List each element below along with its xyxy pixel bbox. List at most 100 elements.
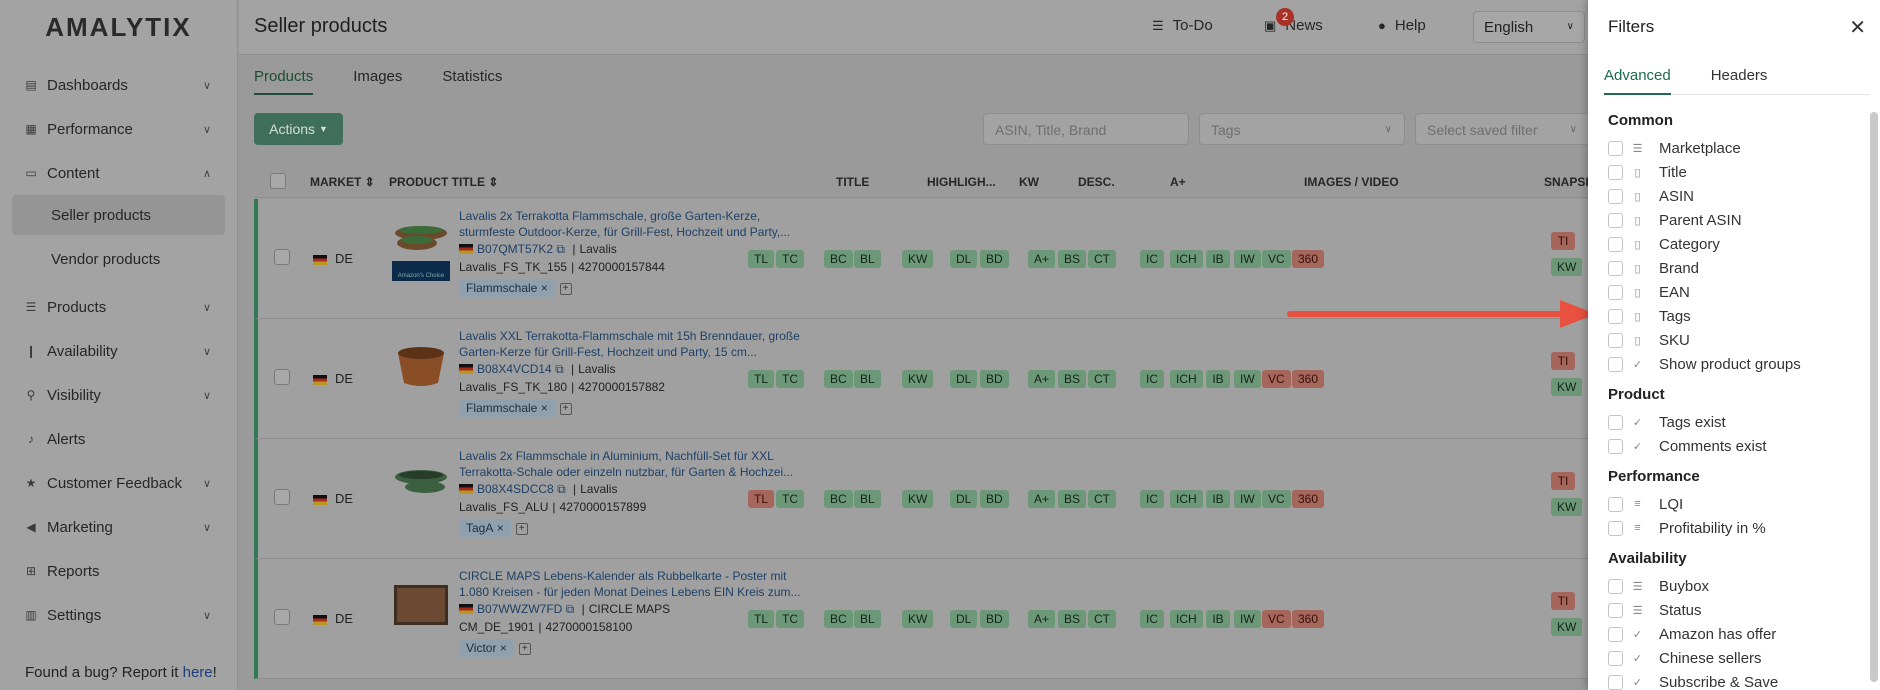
asin-link[interactable]: B08X4SDCC8: [477, 481, 554, 497]
tag-chip[interactable]: TagA ×: [459, 519, 511, 537]
checkbox[interactable]: [1608, 626, 1623, 642]
external-link-icon[interactable]: ⧉: [555, 361, 564, 377]
row-checkbox[interactable]: [274, 489, 290, 510]
status-badge-dl[interactable]: DL: [950, 610, 978, 628]
filter-option-show-product-groups[interactable]: ✓ Show product groups: [1588, 352, 1866, 376]
status-badge-tl[interactable]: TL: [748, 610, 775, 628]
status-badge-ti[interactable]: TI: [1551, 232, 1575, 250]
column-aplus[interactable]: A+: [1170, 175, 1186, 189]
tags-select[interactable]: Tags ∨: [1199, 113, 1405, 145]
status-badge-ct[interactable]: CT: [1088, 370, 1116, 388]
sidebar-item-reports[interactable]: ⊞ Reports: [0, 549, 237, 593]
filter-option-buybox[interactable]: ☰ Buybox: [1588, 574, 1866, 598]
tab-images[interactable]: Images: [353, 56, 402, 95]
bug-report-link[interactable]: here: [183, 664, 213, 681]
status-badge-aplus[interactable]: A+: [1028, 610, 1056, 628]
column-snapshot[interactable]: SNAPSH: [1544, 175, 1594, 189]
status-badge-ct[interactable]: CT: [1088, 250, 1116, 268]
checkbox[interactable]: [1608, 650, 1623, 666]
status-badge-bl[interactable]: BL: [854, 610, 881, 628]
add-tag-icon[interactable]: +: [559, 402, 572, 415]
status-badge-n360[interactable]: 360: [1292, 490, 1325, 508]
status-badge-bs[interactable]: BS: [1058, 490, 1087, 508]
add-tag-icon[interactable]: +: [515, 522, 528, 535]
status-badge-ich[interactable]: ICH: [1170, 370, 1203, 388]
add-tag-icon[interactable]: +: [518, 642, 531, 655]
amalytix-logo[interactable]: AMALYTIX: [0, 0, 237, 54]
filter-option-profitability-in[interactable]: ≡ Profitability in %: [1588, 516, 1866, 540]
sidebar-item-content[interactable]: ▭ Content ∧: [0, 151, 237, 195]
external-link-icon[interactable]: ⧉: [557, 481, 566, 497]
tab-products[interactable]: Products: [254, 56, 314, 95]
status-badge-tc[interactable]: TC: [776, 370, 804, 388]
status-badge-bc[interactable]: BC: [824, 370, 853, 388]
status-badge-tl[interactable]: TL: [748, 490, 775, 508]
status-badge-ich[interactable]: ICH: [1170, 610, 1203, 628]
help-button[interactable]: ● Help: [1378, 17, 1426, 34]
row-checkbox[interactable]: [274, 249, 290, 270]
tag-chip[interactable]: Flammschale ×: [459, 399, 555, 417]
status-badge-iw[interactable]: IW: [1234, 490, 1261, 508]
status-badge-bc[interactable]: BC: [824, 610, 853, 628]
column-highlights[interactable]: HIGHLIGH...: [927, 175, 996, 189]
status-badge-kw[interactable]: KW: [902, 250, 934, 268]
language-select[interactable]: English ∨: [1473, 11, 1585, 43]
status-badge-tc[interactable]: TC: [776, 610, 804, 628]
todo-button[interactable]: ☰ To-Do: [1152, 17, 1213, 34]
column-title[interactable]: TITLE: [836, 175, 869, 189]
filter-option-asin[interactable]: ▯ ASIN: [1588, 184, 1866, 208]
checkbox[interactable]: [1608, 332, 1623, 348]
filter-option-chinese-sellers[interactable]: ✓ Chinese sellers: [1588, 646, 1866, 670]
sidebar-subitem-seller-products[interactable]: Seller products: [12, 195, 225, 235]
column-kw[interactable]: KW: [1019, 175, 1039, 189]
sidebar-item-products[interactable]: ☰ Products ∨: [0, 285, 237, 329]
asin-link[interactable]: B07WWZW7FD: [477, 601, 562, 617]
filter-option-brand[interactable]: ▯ Brand: [1588, 256, 1866, 280]
status-badge-ib[interactable]: IB: [1206, 250, 1230, 268]
checkbox[interactable]: [1608, 578, 1623, 594]
status-badge-iw[interactable]: IW: [1234, 610, 1261, 628]
status-badge-ic[interactable]: IC: [1140, 610, 1164, 628]
status-badge-ib[interactable]: IB: [1206, 610, 1230, 628]
close-icon[interactable]: ✕: [1849, 18, 1866, 38]
filter-option-status[interactable]: ☰ Status: [1588, 598, 1866, 622]
status-badge-ich[interactable]: ICH: [1170, 490, 1203, 508]
checkbox[interactable]: [1608, 308, 1623, 324]
status-badge-vc[interactable]: VC: [1262, 490, 1291, 508]
status-badge-bl[interactable]: BL: [854, 490, 881, 508]
row-checkbox[interactable]: [274, 369, 290, 390]
row-checkbox[interactable]: [274, 609, 290, 630]
status-badge-vc[interactable]: VC: [1262, 370, 1291, 388]
status-badge-ic[interactable]: IC: [1140, 370, 1164, 388]
remove-tag-icon[interactable]: ×: [541, 400, 548, 416]
checkbox[interactable]: [1608, 602, 1623, 618]
status-badge-bs[interactable]: BS: [1058, 610, 1087, 628]
status-badge-ti[interactable]: TI: [1551, 352, 1575, 370]
product-image[interactable]: [392, 579, 450, 631]
filter-option-category[interactable]: ▯ Category: [1588, 232, 1866, 256]
status-badge-bd[interactable]: BD: [980, 370, 1009, 388]
product-title-link[interactable]: Lavalis XXL Terrakotta-Flammschale mit 1…: [459, 328, 819, 360]
status-badge-n360[interactable]: 360: [1292, 370, 1325, 388]
sidebar-item-dashboards[interactable]: ▤ Dashboards ∨: [0, 63, 237, 107]
actions-button[interactable]: Actions ▼: [254, 113, 343, 145]
column-images-video[interactable]: IMAGES / VIDEO: [1304, 175, 1399, 189]
status-badge-ti[interactable]: TI: [1551, 472, 1575, 490]
status-badge-aplus[interactable]: A+: [1028, 370, 1056, 388]
status-badge-bc[interactable]: BC: [824, 490, 853, 508]
status-badge-ib[interactable]: IB: [1206, 490, 1230, 508]
filter-option-ean[interactable]: ▯ EAN: [1588, 280, 1866, 304]
column-desc[interactable]: DESC.: [1078, 175, 1115, 189]
status-badge-ti[interactable]: TI: [1551, 592, 1575, 610]
product-image[interactable]: [392, 459, 450, 511]
filter-option-marketplace[interactable]: ☰ Marketplace: [1588, 136, 1866, 160]
sidebar-item-marketing[interactable]: ◀ Marketing ∨: [0, 505, 237, 549]
sidebar-item-visibility[interactable]: ⚲ Visibility ∨: [0, 373, 237, 417]
status-badge-vc[interactable]: VC: [1262, 610, 1291, 628]
scrollbar-thumb[interactable]: [1870, 112, 1878, 682]
product-image[interactable]: [392, 219, 450, 271]
column-market[interactable]: MARKET ⇕: [310, 175, 375, 189]
checkbox[interactable]: [1608, 674, 1623, 690]
product-title-link[interactable]: CIRCLE MAPS Lebens-Kalender als Rubbelka…: [459, 568, 819, 600]
filter-option-tags-exist[interactable]: ✓ Tags exist: [1588, 410, 1866, 434]
